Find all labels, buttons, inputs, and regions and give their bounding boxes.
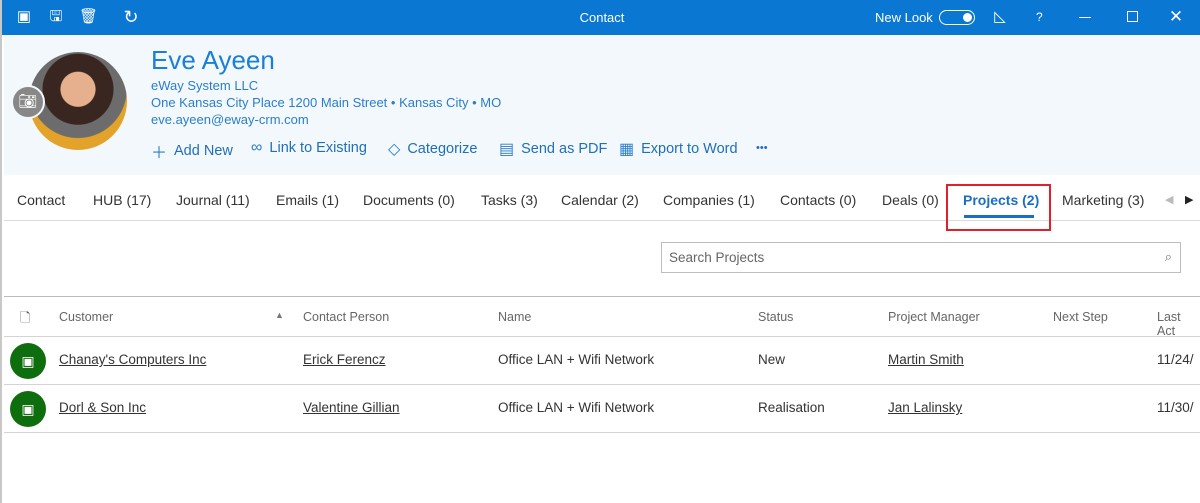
ruler-icon[interactable]: ◺ — [991, 8, 1009, 26]
new-look-toggle[interactable] — [939, 10, 975, 25]
column-next-step[interactable]: Next Step — [1053, 310, 1108, 324]
categorize-button[interactable]: ◇ Categorize — [388, 139, 477, 159]
categorize-label: Categorize — [407, 141, 478, 157]
tab-contact[interactable]: Contact — [17, 192, 65, 208]
contact-person-link[interactable]: Erick Ferencz — [303, 352, 386, 367]
send-pdf-label: Send as PDF — [521, 141, 608, 157]
last-activity: 11/24/ — [1157, 352, 1194, 367]
tabs-scroll-right-icon[interactable]: ▶ — [1185, 193, 1193, 206]
tab-calendar[interactable]: Calendar (2) — [561, 192, 639, 208]
close-button[interactable]: ✕ — [1167, 8, 1185, 26]
send-as-pdf-button[interactable]: ▤ Send as PDF — [499, 139, 607, 159]
project-icon: ▣ — [10, 343, 46, 379]
word-icon: ▦ — [619, 141, 635, 158]
contact-person-link[interactable]: Valentine Gillian — [303, 400, 400, 415]
tab-hub[interactable]: HUB (17) — [93, 192, 151, 208]
tab-documents[interactable]: Documents (0) — [363, 192, 455, 208]
last-activity: 11/30/ — [1157, 400, 1194, 415]
table-row[interactable]: ▣ Dorl & Son Inc Valentine Gillian Offic… — [2, 385, 1200, 432]
camera-icon[interactable]: 📷︎ — [11, 85, 45, 119]
tabs-scroll-left-icon[interactable]: ◀ — [1165, 193, 1173, 206]
project-status: New — [758, 352, 786, 367]
add-new-button[interactable]: ＋ Add New — [151, 139, 233, 163]
column-project-manager[interactable]: Project Manager — [888, 310, 980, 324]
window-title: Contact — [579, 10, 625, 25]
tab-contacts[interactable]: Contacts (0) — [780, 192, 856, 208]
row-divider — [4, 432, 1200, 433]
tab-tasks[interactable]: Tasks (3) — [481, 192, 538, 208]
tab-deals[interactable]: Deals (0) — [882, 192, 939, 208]
table-row[interactable]: ▣ Chanay's Computers Inc Erick Ferencz O… — [2, 337, 1200, 384]
contact-name: Eve Ayeen — [151, 45, 275, 75]
tab-companies[interactable]: Companies (1) — [663, 192, 755, 208]
column-last-activity[interactable]: Last Act — [1157, 310, 1200, 338]
export-word-label: Export to Word — [641, 141, 738, 157]
customer-link[interactable]: Dorl & Son Inc — [59, 400, 146, 415]
project-status: Realisation — [758, 400, 825, 415]
highlight-box — [946, 184, 1051, 231]
link-label: Link to Existing — [269, 140, 367, 156]
project-name: Office LAN + Wifi Network — [498, 400, 655, 415]
customer-link[interactable]: Chanay's Computers Inc — [59, 352, 206, 367]
new-look-label: New Look — [875, 10, 933, 25]
search-icon[interactable]: ⌕ — [1165, 249, 1172, 265]
tab-marketing[interactable]: Marketing (3) — [1062, 192, 1144, 208]
project-manager-link[interactable]: Martin Smith — [888, 352, 964, 367]
title-bar: ▣ 🖫 🗑 ↻ Contact New Look ◺ ? ✕ — [2, 0, 1200, 35]
maximize-button[interactable] — [1127, 11, 1138, 22]
city: Kansas City — [399, 95, 469, 110]
column-name[interactable]: Name — [498, 310, 531, 324]
project-manager-link[interactable]: Jan Lalinsky — [888, 400, 962, 415]
projects-table: 🗋 Customer ▲ Contact Person Name Status … — [2, 296, 1200, 436]
add-new-label: Add New — [174, 143, 233, 159]
project-name: Office LAN + Wifi Network — [498, 352, 655, 367]
export-to-word-button[interactable]: ▦ Export to Word — [619, 139, 738, 159]
tag-icon: ◇ — [388, 141, 401, 158]
column-status[interactable]: Status — [758, 310, 793, 324]
search-input[interactable]: Search Projects ⌕ — [661, 242, 1181, 273]
help-button[interactable]: ? — [1036, 10, 1043, 24]
project-icon: ▣ — [10, 391, 46, 427]
plus-icon: ＋ — [151, 145, 168, 162]
street: One Kansas City Place 1200 Main Street — [151, 95, 388, 110]
company[interactable]: eWay System LLC — [151, 78, 258, 93]
email[interactable]: eve.ayeen@eway-crm.com — [151, 112, 309, 127]
column-customer[interactable]: Customer — [59, 310, 113, 324]
more-button[interactable]: ••• — [756, 142, 768, 154]
state: MO — [480, 95, 502, 110]
address: One Kansas City Place 1200 Main Street •… — [151, 95, 502, 110]
link-icon: ∞ — [251, 139, 263, 156]
link-to-existing-button[interactable]: ∞ Link to Existing — [251, 139, 367, 157]
search-placeholder: Search Projects — [669, 250, 765, 265]
column-contact-person[interactable]: Contact Person — [303, 310, 389, 324]
sort-ascending-icon: ▲ — [275, 310, 284, 320]
tab-emails[interactable]: Emails (1) — [276, 192, 339, 208]
tab-journal[interactable]: Journal (11) — [176, 192, 250, 208]
document-icon: 🗋 — [20, 310, 31, 325]
minimize-button[interactable] — [1079, 17, 1091, 18]
pdf-icon: ▤ — [499, 141, 515, 158]
